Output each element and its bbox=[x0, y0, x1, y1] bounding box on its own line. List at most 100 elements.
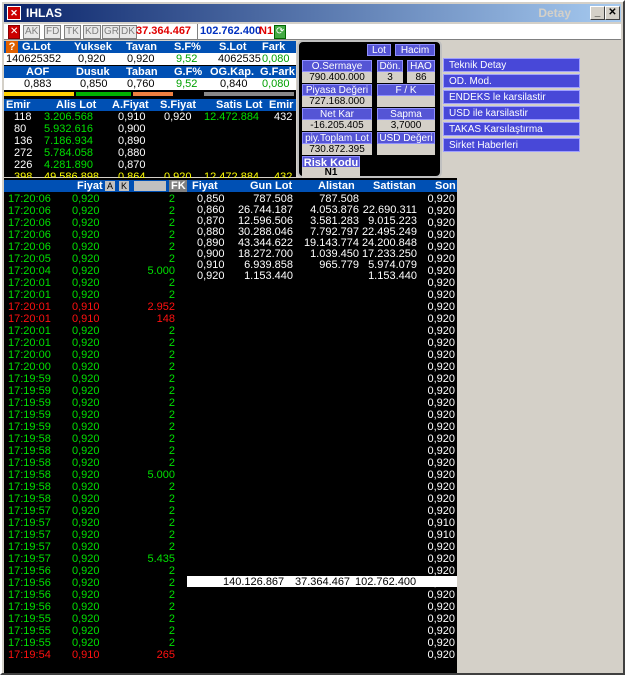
dist-gunlot: 1.153.440 bbox=[244, 270, 293, 282]
tab-ak[interactable]: AK bbox=[23, 25, 41, 39]
value-taban: 0,760 bbox=[127, 78, 155, 90]
trade-price: 0,920 bbox=[72, 337, 100, 349]
depth-afiyat: 0,910 bbox=[118, 111, 146, 123]
close-button[interactable]: ✕ bbox=[605, 6, 620, 20]
help-icon[interactable]: ? bbox=[6, 41, 18, 53]
trade-lot: 2 bbox=[168, 385, 175, 397]
trade-price: 0,920 bbox=[72, 277, 100, 289]
trade-lot: 2 bbox=[168, 409, 175, 421]
son-price: 0,920 bbox=[427, 301, 455, 313]
trade-price: 0,920 bbox=[72, 577, 100, 589]
trade-time: 17:19:57 bbox=[8, 517, 51, 529]
depth-alis-lot: 5.932.616 bbox=[44, 123, 93, 135]
son-price: 0,920 bbox=[427, 625, 455, 637]
son-price: 0,920 bbox=[427, 397, 455, 409]
trade-time: 17:20:01 bbox=[8, 325, 51, 337]
son-price: 0,910 bbox=[427, 517, 455, 529]
trade-time: 17:19:59 bbox=[8, 421, 51, 433]
trade-lot: 2.952 bbox=[147, 301, 175, 313]
son-price: 0,920 bbox=[427, 277, 455, 289]
trade-lot: 2 bbox=[168, 445, 175, 457]
trade-lot: 2 bbox=[168, 493, 175, 505]
fk-label: F / K bbox=[377, 84, 435, 96]
trade-lot: 2 bbox=[168, 193, 175, 205]
minimize-button[interactable]: _ bbox=[590, 6, 605, 20]
menu-item[interactable]: OD. Mod. bbox=[443, 74, 580, 88]
toolbar-price-satis: 102.762.400 bbox=[197, 24, 261, 40]
trade-price: 0,920 bbox=[72, 253, 100, 265]
refresh-icon[interactable]: ⟳ bbox=[274, 25, 287, 39]
usd-value bbox=[377, 144, 435, 155]
trade-price: 0,920 bbox=[72, 565, 100, 577]
menu-item[interactable]: Teknik Detay bbox=[443, 58, 580, 72]
tab-kd[interactable]: KD bbox=[83, 25, 101, 39]
son-price: 0,920 bbox=[427, 193, 455, 205]
menu-item[interactable]: Sirket Haberleri bbox=[443, 138, 580, 152]
trades-a-button[interactable]: A bbox=[105, 181, 116, 191]
toolbar: ✕ AK FD TK KD GR DK 37.364.467 102.762.4… bbox=[4, 24, 621, 40]
trade-lot: 5.000 bbox=[147, 469, 175, 481]
value-gfark: 0,080 bbox=[262, 78, 290, 90]
trade-price: 0,910 bbox=[72, 301, 100, 313]
tab-tk[interactable]: TK bbox=[64, 25, 81, 39]
trade-time: 17:19:56 bbox=[8, 601, 51, 613]
son-price: 0,920 bbox=[427, 289, 455, 301]
trade-lot: 5.435 bbox=[147, 553, 175, 565]
depth-header-emir: Emir bbox=[6, 99, 31, 111]
lot-button[interactable]: Lot bbox=[367, 44, 391, 56]
dist-header-gunlot: Gun Lot bbox=[250, 180, 293, 192]
trade-lot: 2 bbox=[168, 361, 175, 373]
hacim-button[interactable]: Hacim bbox=[395, 44, 435, 56]
dist-header-alistan: Alistan bbox=[318, 180, 355, 192]
title-bar[interactable]: ✕ IHLAS Detay _ ✕ bbox=[4, 4, 621, 22]
dist-fiyat: 0,920 bbox=[197, 270, 225, 282]
header-aof: AOF bbox=[26, 66, 50, 78]
trade-price: 0,920 bbox=[72, 553, 100, 565]
son-price: 0,920 bbox=[427, 577, 455, 589]
trade-time: 17:20:01 bbox=[8, 313, 51, 325]
trade-price: 0,910 bbox=[72, 313, 100, 325]
tab-fd[interactable]: FD bbox=[44, 25, 62, 39]
menu-item[interactable]: USD ile karsilastir bbox=[443, 106, 580, 120]
trades-fk-button[interactable]: FK bbox=[169, 180, 188, 192]
son-price: 0,920 bbox=[427, 217, 455, 229]
summary-panel: ? G.Lot Yuksek Tavan S.F% S.Lot Fark 140… bbox=[4, 41, 296, 183]
trade-time: 17:20:01 bbox=[8, 277, 51, 289]
trade-price: 0,920 bbox=[72, 481, 100, 493]
depth-header-satis: Satis Lot bbox=[216, 99, 263, 111]
depth-emir: 118 bbox=[14, 111, 32, 123]
trades-k-button[interactable]: K bbox=[119, 181, 130, 191]
header-sf: S.F% bbox=[174, 41, 201, 53]
menu-item[interactable]: ENDEKS le karsilastir bbox=[443, 90, 580, 104]
trades-panel: Fiyat A K FK 17:20:06 0,920 2 17:20:06 0,920… bbox=[4, 178, 188, 673]
close-small-icon[interactable]: ✕ bbox=[8, 25, 20, 39]
son-price: 0,920 bbox=[427, 361, 455, 373]
son-price: 0,920 bbox=[427, 553, 455, 565]
trade-lot: 2 bbox=[168, 349, 175, 361]
netkar-value: -16.205.405 bbox=[302, 120, 372, 131]
menu-item[interactable]: TAKAS Karsılaştırma bbox=[443, 122, 580, 136]
trade-lot: 2 bbox=[168, 241, 175, 253]
trade-price: 0,920 bbox=[72, 445, 100, 457]
dist-header-fiyat: Fiyat bbox=[192, 180, 218, 192]
value-gf: 9,52 bbox=[176, 78, 198, 90]
depth-afiyat: 0,880 bbox=[118, 147, 146, 159]
trade-lot: 2 bbox=[168, 253, 175, 265]
trade-time: 17:20:06 bbox=[8, 205, 51, 217]
depth-afiyat: 0,890 bbox=[118, 135, 146, 147]
son-price: 0,920 bbox=[427, 325, 455, 337]
trade-time: 17:19:54 bbox=[8, 649, 51, 661]
son-price: 0,920 bbox=[427, 505, 455, 517]
value-fark: 0,080 bbox=[262, 53, 290, 65]
trade-price: 0,920 bbox=[72, 349, 100, 361]
son-price: 0,920 bbox=[427, 373, 455, 385]
trade-price: 0,920 bbox=[72, 289, 100, 301]
dist-total-satis: 102.762.400 bbox=[355, 576, 417, 588]
depth-header-emir2: Emir bbox=[269, 99, 294, 111]
trades-filter-input[interactable] bbox=[134, 181, 166, 191]
trade-lot: 2 bbox=[168, 373, 175, 385]
son-price: 0,920 bbox=[427, 313, 455, 325]
tab-dk[interactable]: DK bbox=[119, 25, 137, 39]
sapma-label: Sapma bbox=[377, 108, 435, 120]
trade-lot: 2 bbox=[168, 529, 175, 541]
